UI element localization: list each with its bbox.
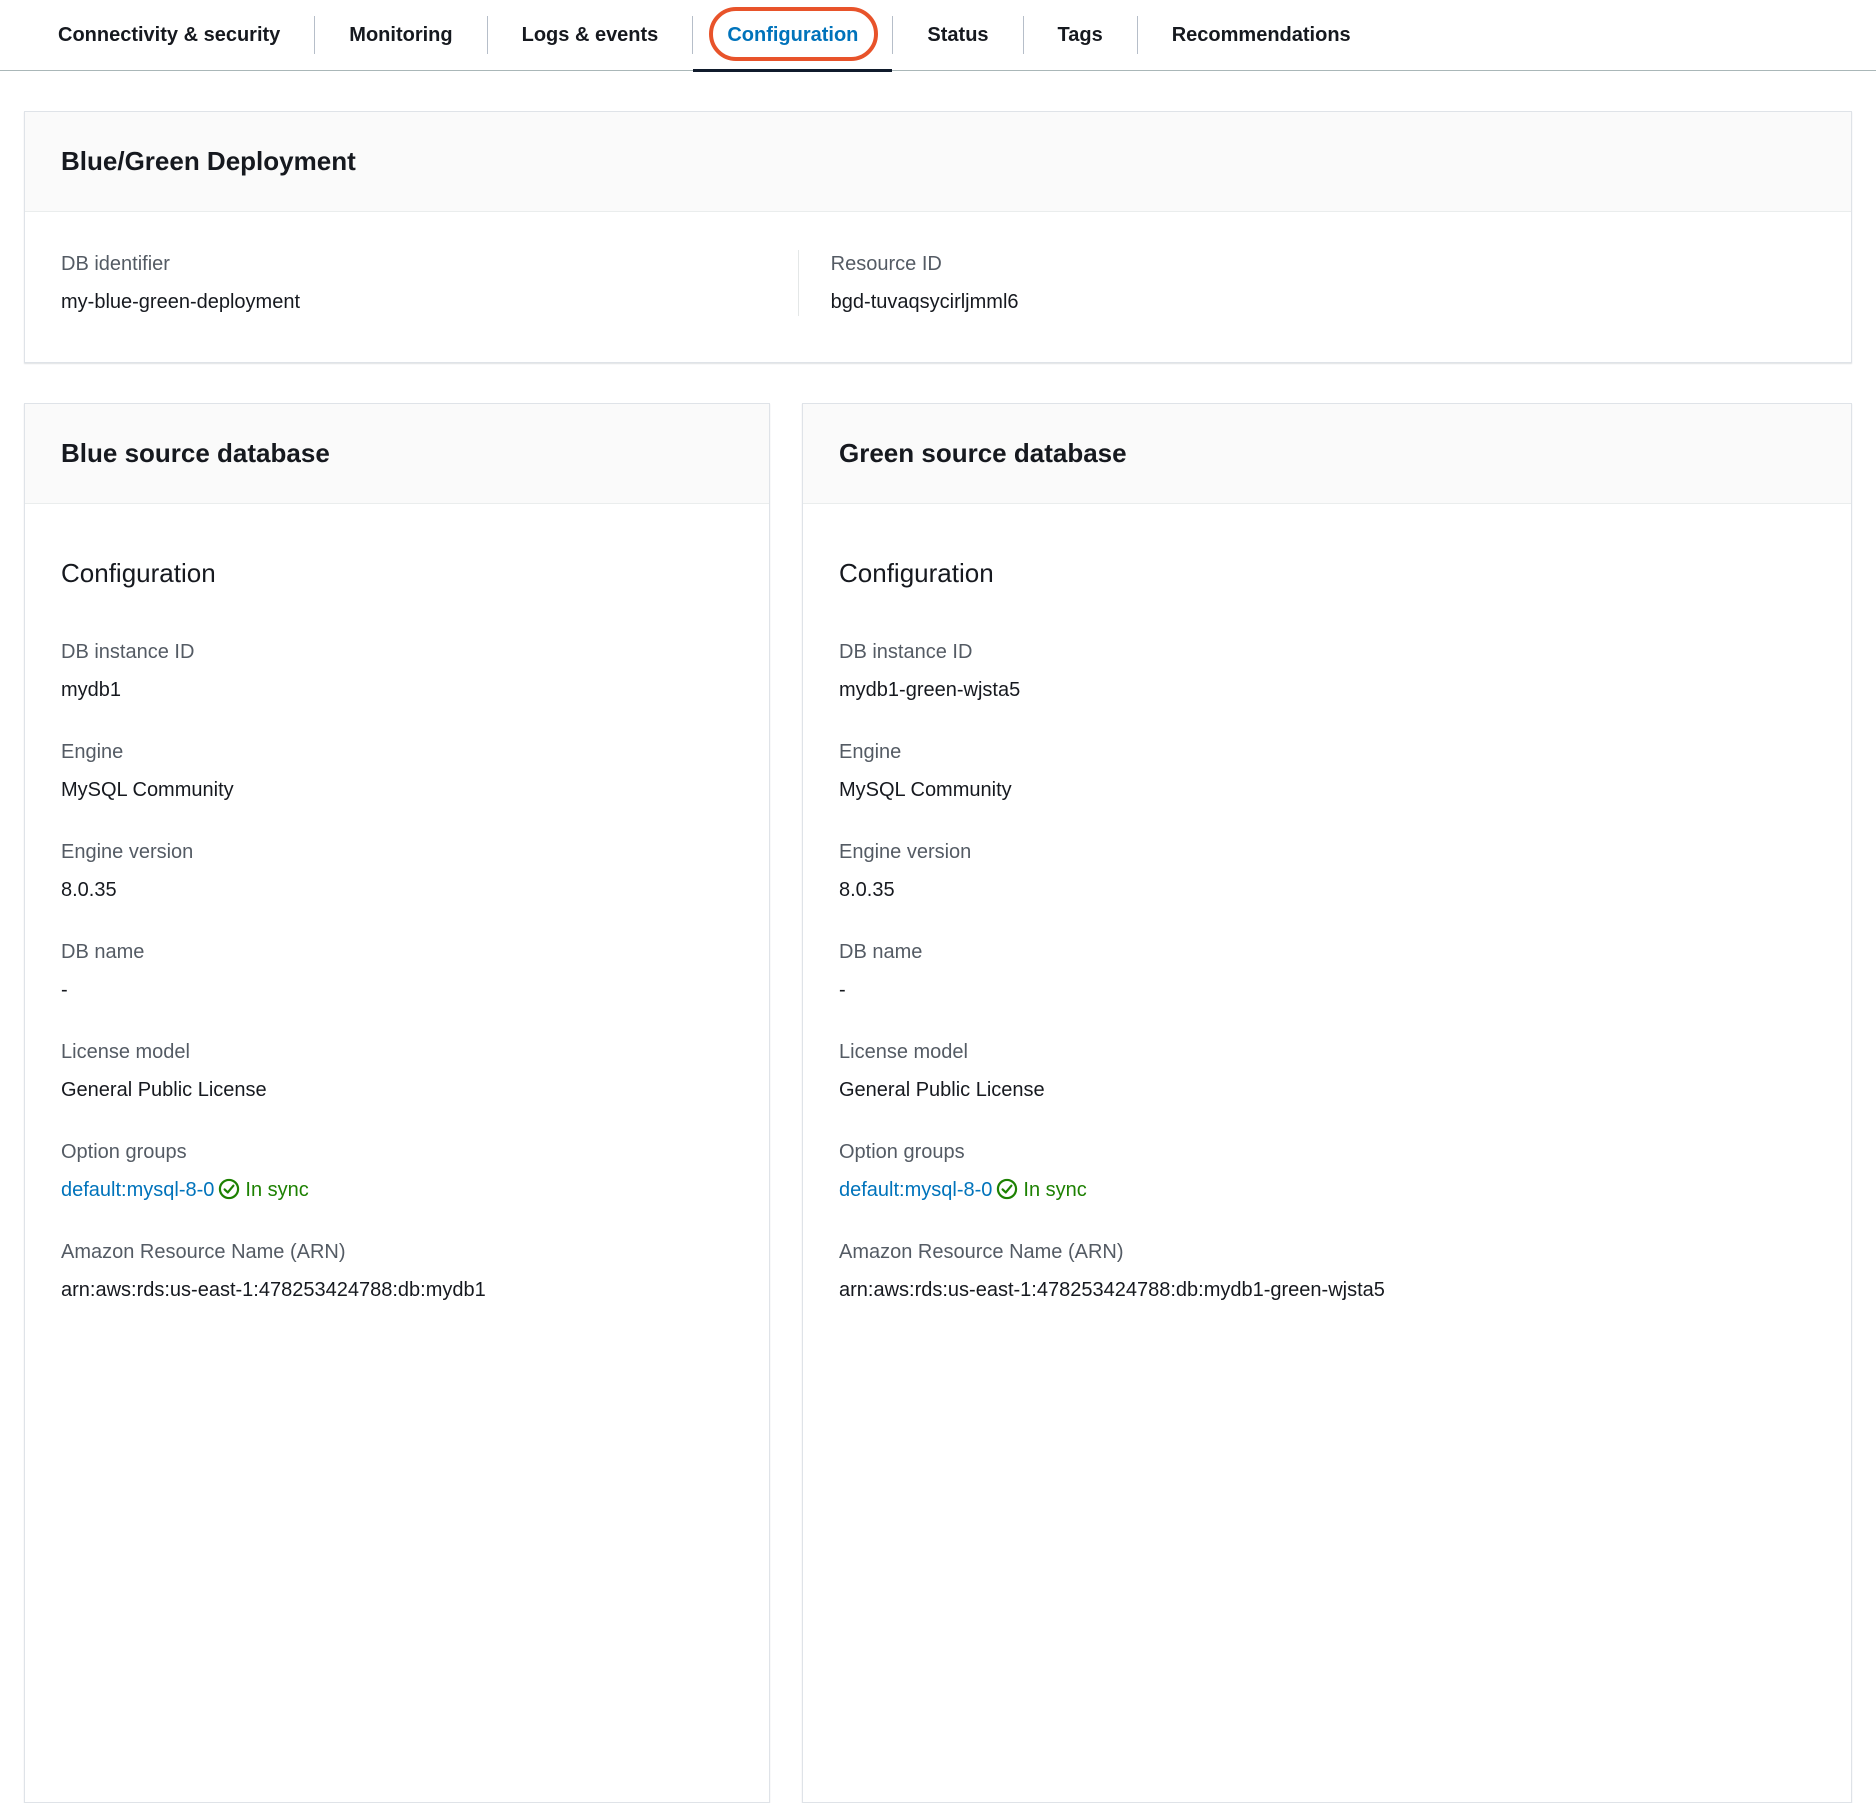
field-value: - [61, 976, 733, 1004]
tab-label: Logs & events [522, 24, 659, 47]
deployment-col-resource-id: Resource ID bgd-tuvaqsycirljmml6 [798, 250, 1815, 316]
check-circle-icon [218, 1178, 240, 1200]
field-value: arn:aws:rds:us-east-1:478253424788:db:my… [61, 1276, 733, 1304]
field-option-groups: Option groups default:mysql-8-0 In sync [61, 1138, 733, 1204]
check-circle-icon [996, 1178, 1018, 1200]
green-configuration-heading: Configuration [839, 556, 1815, 590]
blue-card-header: Blue source database [25, 404, 769, 504]
field-label: DB name [61, 938, 733, 966]
field-value: MySQL Community [61, 776, 733, 804]
field-label: DB name [839, 938, 1815, 966]
field-value: bgd-tuvaqsycirljmml6 [831, 288, 1815, 316]
field-value: default:mysql-8-0 In sync [839, 1176, 1815, 1204]
field-value: arn:aws:rds:us-east-1:478253424788:db:my… [839, 1276, 1815, 1304]
tab-label: Recommendations [1172, 24, 1351, 47]
blue-configuration-heading: Configuration [61, 556, 733, 590]
field-label: License model [61, 1038, 733, 1066]
field-label: DB identifier [61, 250, 798, 278]
field-license-model: License model General Public License [839, 1038, 1815, 1104]
field-db-name: DB name - [61, 938, 733, 1004]
option-group-link[interactable]: default:mysql-8-0 [839, 1179, 992, 1201]
field-engine: Engine MySQL Community [61, 738, 733, 804]
field-label: Engine version [839, 838, 1815, 866]
in-sync-label: In sync [245, 1179, 308, 1201]
tab-label: Tags [1058, 24, 1103, 47]
field-value: my-blue-green-deployment [61, 288, 798, 316]
tab-label: Monitoring [349, 24, 452, 47]
field-value: mydb1-green-wjsta5 [839, 676, 1815, 704]
field-db-instance-id: DB instance ID mydb1-green-wjsta5 [839, 638, 1815, 704]
field-label: DB instance ID [61, 638, 733, 666]
tab-label: Status [927, 24, 988, 47]
field-value: General Public License [61, 1076, 733, 1104]
deployment-card-header: Blue/Green Deployment [25, 112, 1851, 212]
in-sync-status: In sync [214, 1179, 308, 1201]
option-group-link[interactable]: default:mysql-8-0 [61, 1179, 214, 1201]
field-value: 8.0.35 [839, 876, 1815, 904]
field-value: 8.0.35 [61, 876, 733, 904]
tab-logs-events[interactable]: Logs & events [488, 0, 693, 70]
green-card-body: Configuration DB instance ID mydb1-green… [803, 504, 1851, 1344]
field-engine-version: Engine version 8.0.35 [839, 838, 1815, 904]
field-value: General Public License [839, 1076, 1815, 1104]
field-db-instance-id: DB instance ID mydb1 [61, 638, 733, 704]
field-label: Resource ID [831, 250, 1815, 278]
field-label: Amazon Resource Name (ARN) [839, 1238, 1815, 1266]
field-engine: Engine MySQL Community [839, 738, 1815, 804]
deployment-card-content: DB identifier my-blue-green-deployment R… [25, 212, 1851, 362]
field-value: MySQL Community [839, 776, 1815, 804]
field-engine-version: Engine version 8.0.35 [61, 838, 733, 904]
field-arn: Amazon Resource Name (ARN) arn:aws:rds:u… [61, 1238, 733, 1304]
tab-monitoring[interactable]: Monitoring [315, 0, 486, 70]
tab-status[interactable]: Status [893, 0, 1022, 70]
deployment-col-db-identifier: DB identifier my-blue-green-deployment [61, 250, 798, 316]
tab-label: Connectivity & security [58, 24, 280, 47]
green-source-card: Green source database Configuration DB i… [802, 403, 1852, 1803]
field-label: Option groups [839, 1138, 1815, 1166]
field-label: License model [839, 1038, 1815, 1066]
green-card-header: Green source database [803, 404, 1851, 504]
deployment-card-title: Blue/Green Deployment [61, 146, 356, 177]
field-value: - [839, 976, 1815, 1004]
field: Resource ID bgd-tuvaqsycirljmml6 [831, 250, 1815, 316]
blue-card-body: Configuration DB instance ID mydb1 Engin… [25, 504, 769, 1344]
field-label: DB instance ID [839, 638, 1815, 666]
field: DB identifier my-blue-green-deployment [61, 250, 798, 316]
field-label: Option groups [61, 1138, 733, 1166]
field-label: Engine [61, 738, 733, 766]
source-cards-row: Blue source database Configuration DB in… [24, 403, 1852, 1803]
blue-source-card: Blue source database Configuration DB in… [24, 403, 770, 1803]
tab-label: Configuration [727, 24, 858, 47]
field-value: mydb1 [61, 676, 733, 704]
field-label: Amazon Resource Name (ARN) [61, 1238, 733, 1266]
tab-connectivity-security[interactable]: Connectivity & security [24, 0, 314, 70]
tab-tags[interactable]: Tags [1024, 0, 1137, 70]
field-label: Engine version [61, 838, 733, 866]
blue-card-title: Blue source database [61, 438, 330, 469]
field-label: Engine [839, 738, 1815, 766]
field-value: default:mysql-8-0 In sync [61, 1176, 733, 1204]
tab-configuration[interactable]: Configuration [693, 0, 892, 70]
deployment-card: Blue/Green Deployment DB identifier my-b… [24, 111, 1852, 363]
field-option-groups: Option groups default:mysql-8-0 In sync [839, 1138, 1815, 1204]
field-license-model: License model General Public License [61, 1038, 733, 1104]
field-arn: Amazon Resource Name (ARN) arn:aws:rds:u… [839, 1238, 1815, 1304]
in-sync-status: In sync [992, 1179, 1086, 1201]
tab-recommendations[interactable]: Recommendations [1138, 0, 1385, 70]
green-card-title: Green source database [839, 438, 1127, 469]
detail-tabbar: Connectivity & security Monitoring Logs … [0, 0, 1876, 71]
in-sync-label: In sync [1023, 1179, 1086, 1201]
field-db-name: DB name - [839, 938, 1815, 1004]
